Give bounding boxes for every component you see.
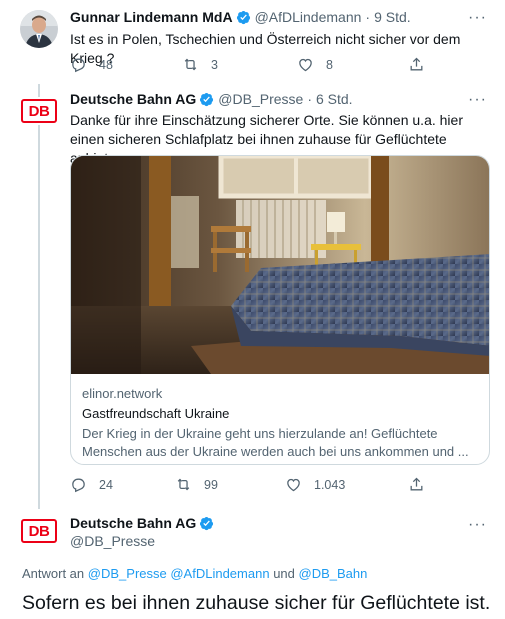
db-logo: DB xyxy=(21,99,57,123)
avatar[interactable]: DB xyxy=(20,517,58,545)
card-domain: elinor.network xyxy=(82,386,163,401)
verified-badge-icon xyxy=(200,92,214,106)
card-title: Gastfreundschaft Ukraine xyxy=(82,406,230,421)
replying-to: Antwort an @DB_Presse @AfDLindemann und … xyxy=(22,566,367,581)
retweet-count: 99 xyxy=(204,477,218,492)
reply-button[interactable]: 24 xyxy=(70,476,113,493)
author-name[interactable]: Deutsche Bahn AG xyxy=(70,91,196,107)
link-card[interactable]: elinor.network Gastfreundschaft Ukraine … xyxy=(70,155,490,465)
reply-count: 24 xyxy=(99,477,113,492)
tweet-handle-row: @DB_Presse xyxy=(70,533,155,549)
tweet-text: Sofern es bei ihnen zuhause sicher für G… xyxy=(22,592,491,614)
share-button[interactable] xyxy=(408,476,437,493)
mention-link[interactable]: @DB_Presse xyxy=(88,566,167,581)
more-options-icon[interactable]: ··· xyxy=(468,517,487,533)
share-icon xyxy=(410,477,423,491)
reply-prefix: Antwort an xyxy=(22,566,85,581)
tweet-db-reply[interactable]: DB Deutsche Bahn AG @DB_Presse · 6 Std. … xyxy=(0,0,505,505)
retweet-button[interactable]: 99 xyxy=(175,476,218,493)
thread-line xyxy=(38,125,40,509)
author-handle[interactable]: @DB_Presse xyxy=(70,533,155,549)
like-count: 1.043 xyxy=(314,477,346,492)
tweet-header: Deutsche Bahn AG xyxy=(70,515,218,531)
author-handle[interactable]: @DB_Presse xyxy=(218,91,303,107)
mention-link[interactable]: @DB_Bahn xyxy=(299,566,368,581)
author-name[interactable]: Deutsche Bahn AG xyxy=(70,515,196,531)
db-logo: DB xyxy=(21,519,57,543)
like-button[interactable]: 1.043 xyxy=(285,476,345,493)
card-image xyxy=(71,156,489,374)
card-description: Der Krieg in der Ukraine geht uns hierzu… xyxy=(82,426,469,459)
tweet-header: Deutsche Bahn AG @DB_Presse · 6 Std. xyxy=(70,91,353,107)
timestamp[interactable]: 6 Std. xyxy=(316,91,353,107)
retweet-icon xyxy=(177,478,190,491)
verified-badge-icon xyxy=(200,516,214,530)
reply-icon xyxy=(72,478,85,493)
more-options-icon[interactable]: ··· xyxy=(468,92,487,108)
reply-conjunction: und xyxy=(273,566,295,581)
avatar[interactable]: DB xyxy=(20,97,58,125)
mention-link[interactable]: @AfDLindemann xyxy=(170,566,269,581)
tweet-actions: 24 99 1.043 xyxy=(70,476,430,496)
separator-dot: · xyxy=(307,91,312,107)
heart-icon xyxy=(287,478,300,492)
